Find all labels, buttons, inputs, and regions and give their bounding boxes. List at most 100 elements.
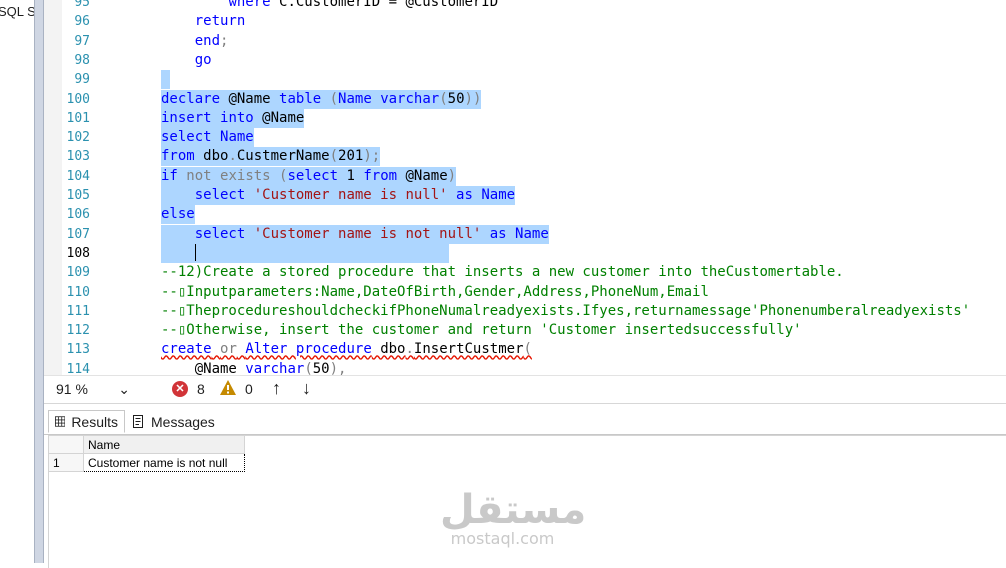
results-grid[interactable]: Name 1 Customer name is not null (48, 435, 245, 472)
code-token: 50 (312, 360, 330, 375)
code-line[interactable]: 95 where C.CustomerID = @CustomerID (44, 0, 1006, 12)
code-token: if (161, 167, 178, 184)
code-token: into (220, 109, 254, 126)
tab-messages[interactable]: Messages (126, 410, 222, 433)
code-line[interactable]: 112 --▯Otherwise, insert the customer and… (44, 321, 1006, 340)
zoom-dropdown[interactable]: 91 % ⌄ (52, 379, 134, 399)
code-token: end (194, 32, 221, 49)
line-number: 107 (66, 226, 90, 242)
code-line[interactable]: 103 from dbo.CustmerName(201); (44, 147, 1006, 167)
code-line[interactable]: 111 --▯TheprocedureshouldcheckifPhoneNuma… (44, 302, 1006, 321)
code-token: --▯Otherwise, insert the customer and re… (161, 322, 802, 339)
code-line[interactable]: 102 select Name (44, 128, 1006, 148)
code-token: --▯Inputparameters:Name,DateOfBirth,Gend… (161, 283, 709, 300)
code-token: Name (220, 129, 254, 146)
line-number: 108 (66, 245, 90, 261)
line-number: 113 (66, 342, 90, 358)
code-token: InsertCustmer (413, 341, 524, 358)
code-token: as (456, 187, 473, 203)
line-number: 99 (74, 72, 90, 88)
code-token: ), (329, 360, 347, 375)
code-line[interactable]: 114 @Name varchar(50), (44, 360, 1006, 375)
code-text: --▯TheprocedureshouldcheckifPhoneNumalre… (161, 302, 970, 321)
code-token: 201 (338, 148, 364, 165)
code-line[interactable]: 99 (44, 70, 1006, 90)
code-line[interactable]: 105 select 'Customer name is null' as Na… (44, 186, 1006, 205)
code-line[interactable]: 104 if not exists (select 1 from @Name) (44, 166, 1006, 186)
code-token: CustmerName (236, 148, 330, 165)
code-text: insert into @Name (161, 108, 305, 128)
code-line[interactable]: 109 --12)Create a stored procedure that i… (44, 263, 1006, 282)
code-token: ); (363, 148, 381, 165)
tab-results[interactable]: Results (48, 410, 125, 433)
code-token: Name (338, 90, 372, 107)
code-line[interactable]: 101 insert into @Name (44, 108, 1006, 128)
code-line[interactable]: 108 (44, 243, 1006, 263)
line-number: 114 (66, 361, 90, 375)
code-token: 'Customer name is null' (253, 187, 448, 203)
grid-corner[interactable] (48, 435, 84, 454)
code-token: varchar (245, 360, 305, 375)
grid-cell[interactable]: Customer name is not null (83, 453, 245, 472)
panel-splitter[interactable] (34, 0, 44, 563)
selection-padding (196, 246, 449, 262)
code-token: ( (304, 360, 313, 375)
code-token: ( (321, 90, 339, 107)
warning-icon[interactable] (219, 379, 237, 397)
code-token: select (194, 187, 246, 203)
table-row[interactable]: 1 Customer name is not null (48, 453, 245, 472)
code-token: ) (447, 167, 457, 184)
arrow-down-icon[interactable]: ↓ (302, 378, 311, 399)
error-icon[interactable]: ✕ (172, 381, 188, 397)
line-number: 106 (66, 207, 90, 223)
tab-results-label: Results (71, 413, 118, 430)
code-token: ( (329, 148, 339, 165)
code-token: 50 (447, 90, 465, 107)
line-number: 97 (74, 33, 90, 49)
line-number: 111 (66, 303, 90, 319)
code-line[interactable]: 98 go (44, 51, 1006, 70)
query-editor[interactable]: 95 where C.CustomerID = @CustomerID 96 re… (44, 0, 1006, 375)
line-number: 98 (74, 52, 90, 68)
code-text (161, 70, 170, 90)
code-text: create or Alter procedure dbo.InsertCust… (161, 340, 532, 359)
code-token: ; (220, 32, 229, 49)
line-number: 101 (66, 110, 90, 126)
code-token: @Name (397, 167, 448, 184)
code-token: insert (161, 109, 212, 126)
zoom-value: 91 % (56, 381, 88, 397)
code-token: varchar (380, 90, 440, 107)
code-token: select (194, 225, 246, 242)
code-text: go (161, 51, 212, 70)
grid-icon (55, 416, 66, 427)
code-token: dbo (194, 148, 229, 165)
code-token: C.CustomerID = @CustomerID (270, 0, 499, 10)
code-line[interactable]: 110 --▯Inputparameters:Name,DateOfBirth,G… (44, 283, 1006, 302)
code-line[interactable]: 113 create or Alter procedure dbo.InsertC… (44, 340, 1006, 359)
line-number: 105 (66, 188, 90, 203)
code-token: Name (515, 225, 549, 242)
code-line[interactable]: 100 declare @Name table (Name varchar(50)… (44, 89, 1006, 109)
object-explorer-panel: SQL S (0, 0, 34, 563)
code-token: )) (464, 90, 482, 107)
code-line[interactable]: 96 return (44, 12, 1006, 31)
code-token: ( (523, 341, 532, 358)
code-token: ( (270, 167, 288, 184)
code-token: exists (220, 167, 271, 184)
code-line[interactable]: 106 else (44, 205, 1006, 225)
code-token: ( (439, 90, 448, 107)
column-header-name[interactable]: Name (83, 435, 245, 454)
code-token: 1 (338, 167, 364, 184)
code-line[interactable]: 97 end; (44, 32, 1006, 51)
code-line[interactable]: 107 select 'Customer name is not null' a… (44, 224, 1006, 244)
watermark-arabic: مستقل (440, 487, 587, 533)
row-number[interactable]: 1 (48, 453, 84, 472)
watermark: مستقل mostaql.com (440, 487, 587, 548)
arrow-up-icon[interactable]: ↑ (272, 378, 281, 399)
editor-status-bar: 91 % ⌄ ✕ 8 0 ↑ ↓ (44, 375, 1006, 403)
